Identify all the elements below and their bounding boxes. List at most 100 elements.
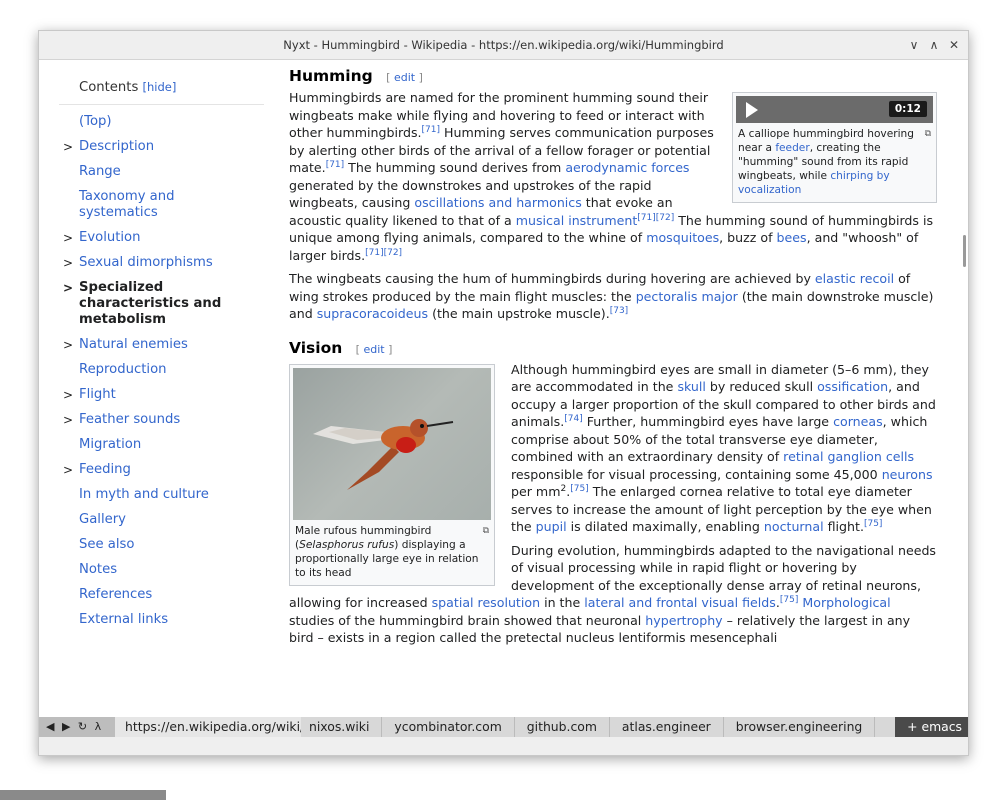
- article-link[interactable]: spatial resolution: [432, 595, 540, 610]
- enlarge-icon[interactable]: ⧉: [483, 524, 489, 538]
- nav-buttons[interactable]: ◀ ▶ ↻ λ: [39, 717, 115, 737]
- maximize-button[interactable]: ∧: [926, 31, 942, 59]
- humming-paragraph-2: The wingbeats causing the hum of humming…: [289, 271, 934, 321]
- citation[interactable]: [71][72]: [365, 247, 402, 257]
- article-link[interactable]: retinal ganglion cells: [783, 449, 914, 464]
- citation[interactable]: [75]: [864, 519, 882, 529]
- article-link[interactable]: mosquitoes: [646, 230, 719, 245]
- article-link[interactable]: pupil: [536, 519, 567, 534]
- scrollbar-thumb[interactable]: [963, 235, 966, 267]
- toc-item-label: Sexual dimorphisms: [79, 255, 213, 270]
- section-heading-vision: Vision [ edit ]: [289, 338, 393, 357]
- toc-item[interactable]: Range: [59, 164, 249, 180]
- article-link[interactable]: ossification: [817, 379, 888, 394]
- article-link[interactable]: corneas: [833, 414, 883, 429]
- desktop-panel-tab: [0, 790, 166, 800]
- toc-item[interactable]: Notes: [59, 562, 249, 578]
- toc-item-label: References: [79, 587, 153, 602]
- play-icon[interactable]: [746, 102, 758, 118]
- toc-item[interactable]: > Specialized characteristics and metabol…: [59, 280, 249, 328]
- close-button[interactable]: ✕: [946, 31, 962, 59]
- toc-list: (Top) > Description Range Taxonomy and syste…: [59, 114, 249, 628]
- article-link[interactable]: Morphological: [802, 595, 890, 610]
- toc-header: Contents [hide]: [59, 80, 264, 105]
- toc-item[interactable]: (Top): [59, 114, 249, 130]
- url-display[interactable]: https://en.wikipedia.org/wiki/Hummingbir…: [115, 717, 301, 737]
- toc-item[interactable]: > Sexual dimorphisms: [59, 255, 249, 271]
- toc-item[interactable]: External links: [59, 612, 249, 628]
- buffer-tab[interactable]: github.com: [515, 717, 610, 737]
- toc-item[interactable]: > Feather sounds: [59, 412, 249, 428]
- expand-arrow-icon[interactable]: >: [63, 255, 73, 271]
- window-title: Nyxt - Hummingbird - Wikipedia - https:/…: [283, 38, 724, 52]
- toc-item[interactable]: > Evolution: [59, 230, 249, 246]
- mode-indicator[interactable]: + emacs: [895, 717, 968, 737]
- article-link[interactable]: skull: [677, 379, 705, 394]
- table-of-contents: Contents [hide] (Top) > Description Range Ta…: [59, 80, 264, 628]
- article-link[interactable]: pectoralis major: [636, 289, 738, 304]
- article-link[interactable]: nocturnal: [764, 519, 824, 534]
- article-link[interactable]: musical instrument: [516, 213, 638, 228]
- citation[interactable]: [75]: [570, 484, 588, 494]
- toc-item[interactable]: In myth and culture: [59, 487, 249, 503]
- article-link[interactable]: hypertrophy: [645, 613, 722, 628]
- article-link[interactable]: bees: [777, 230, 807, 245]
- buffer-tab[interactable]: ycombinator.com: [382, 717, 515, 737]
- expand-arrow-icon[interactable]: >: [63, 230, 73, 246]
- hummingbird-figure: ⧉ Male rufous hummingbird (Selasphorus r…: [289, 363, 495, 586]
- citation[interactable]: [75]: [780, 595, 798, 605]
- article-link[interactable]: lateral and frontal visual fields: [584, 595, 776, 610]
- toc-item[interactable]: See also: [59, 537, 249, 553]
- article-link[interactable]: aerodynamic forces: [565, 160, 689, 175]
- buffer-tab[interactable]: atlas.engineer: [610, 717, 724, 737]
- expand-arrow-icon[interactable]: >: [63, 337, 73, 353]
- toc-title: Contents: [79, 80, 139, 95]
- hummingbird-photo[interactable]: [293, 367, 491, 520]
- toc-item[interactable]: Taxonomy and systematics: [59, 189, 249, 221]
- buffer-tab[interactable]: nixos.wiki: [297, 717, 383, 737]
- toc-item[interactable]: Migration: [59, 437, 249, 453]
- toc-hide-link[interactable]: [hide]: [143, 80, 177, 94]
- toc-item[interactable]: References: [59, 587, 249, 603]
- article-link[interactable]: oscillations and harmonics: [414, 195, 581, 210]
- audio-duration: 0:12: [888, 101, 927, 117]
- expand-arrow-icon[interactable]: >: [63, 139, 73, 155]
- minimize-button[interactable]: ∨: [906, 31, 922, 59]
- toc-item-label: Description: [79, 139, 155, 154]
- buffer-tab[interactable]: browser.engineering: [724, 717, 876, 737]
- edit-link-vision[interactable]: [ edit ]: [356, 343, 393, 356]
- expand-arrow-icon[interactable]: >: [63, 462, 73, 478]
- page-content: Contents [hide] (Top) > Description Range Ta…: [39, 60, 968, 717]
- toc-item-label: Specialized characteristics and metaboli…: [79, 280, 222, 327]
- audio-player[interactable]: 0:12: [736, 96, 933, 123]
- toc-item[interactable]: > Natural enemies: [59, 337, 249, 353]
- toc-item[interactable]: > Description: [59, 139, 249, 155]
- toc-item[interactable]: > Feeding: [59, 462, 249, 478]
- toc-item-label: Feeding: [79, 462, 131, 477]
- expand-arrow-icon[interactable]: >: [63, 412, 73, 428]
- toc-item-label: Natural enemies: [79, 337, 188, 352]
- toc-item-label: Notes: [79, 562, 118, 577]
- article-body: Humming [ edit ] 0:12 ⧉ A calliope hummi…: [289, 65, 937, 653]
- citation[interactable]: [74]: [564, 414, 582, 424]
- toc-item-label: Taxonomy and systematics: [79, 189, 175, 220]
- toc-item[interactable]: Reproduction: [59, 362, 249, 378]
- article-link[interactable]: neurons: [882, 467, 933, 482]
- citation[interactable]: [71]: [326, 160, 344, 170]
- toc-item[interactable]: > Flight: [59, 387, 249, 403]
- figure-caption: ⧉ Male rufous hummingbird (Selasphorus r…: [295, 524, 489, 579]
- section-heading-humming: Humming [ edit ]: [289, 67, 423, 85]
- article-link[interactable]: elastic recoil: [815, 271, 894, 286]
- buffer-list: nixos.wiki ycombinator.com github.com atlas…: [297, 717, 876, 737]
- citation[interactable]: [73]: [610, 306, 628, 316]
- toc-item-label: Range: [79, 164, 121, 179]
- citation[interactable]: [71]: [422, 125, 440, 135]
- article-link[interactable]: supracoracoideus: [317, 306, 428, 321]
- enlarge-icon[interactable]: ⧉: [925, 127, 931, 141]
- expand-arrow-icon[interactable]: >: [63, 280, 73, 296]
- feeder-link[interactable]: feeder: [775, 142, 809, 154]
- edit-link-humming[interactable]: [ edit ]: [386, 71, 423, 84]
- expand-arrow-icon[interactable]: >: [63, 387, 73, 403]
- citation[interactable]: [71][72]: [637, 212, 674, 222]
- toc-item[interactable]: Gallery: [59, 512, 249, 528]
